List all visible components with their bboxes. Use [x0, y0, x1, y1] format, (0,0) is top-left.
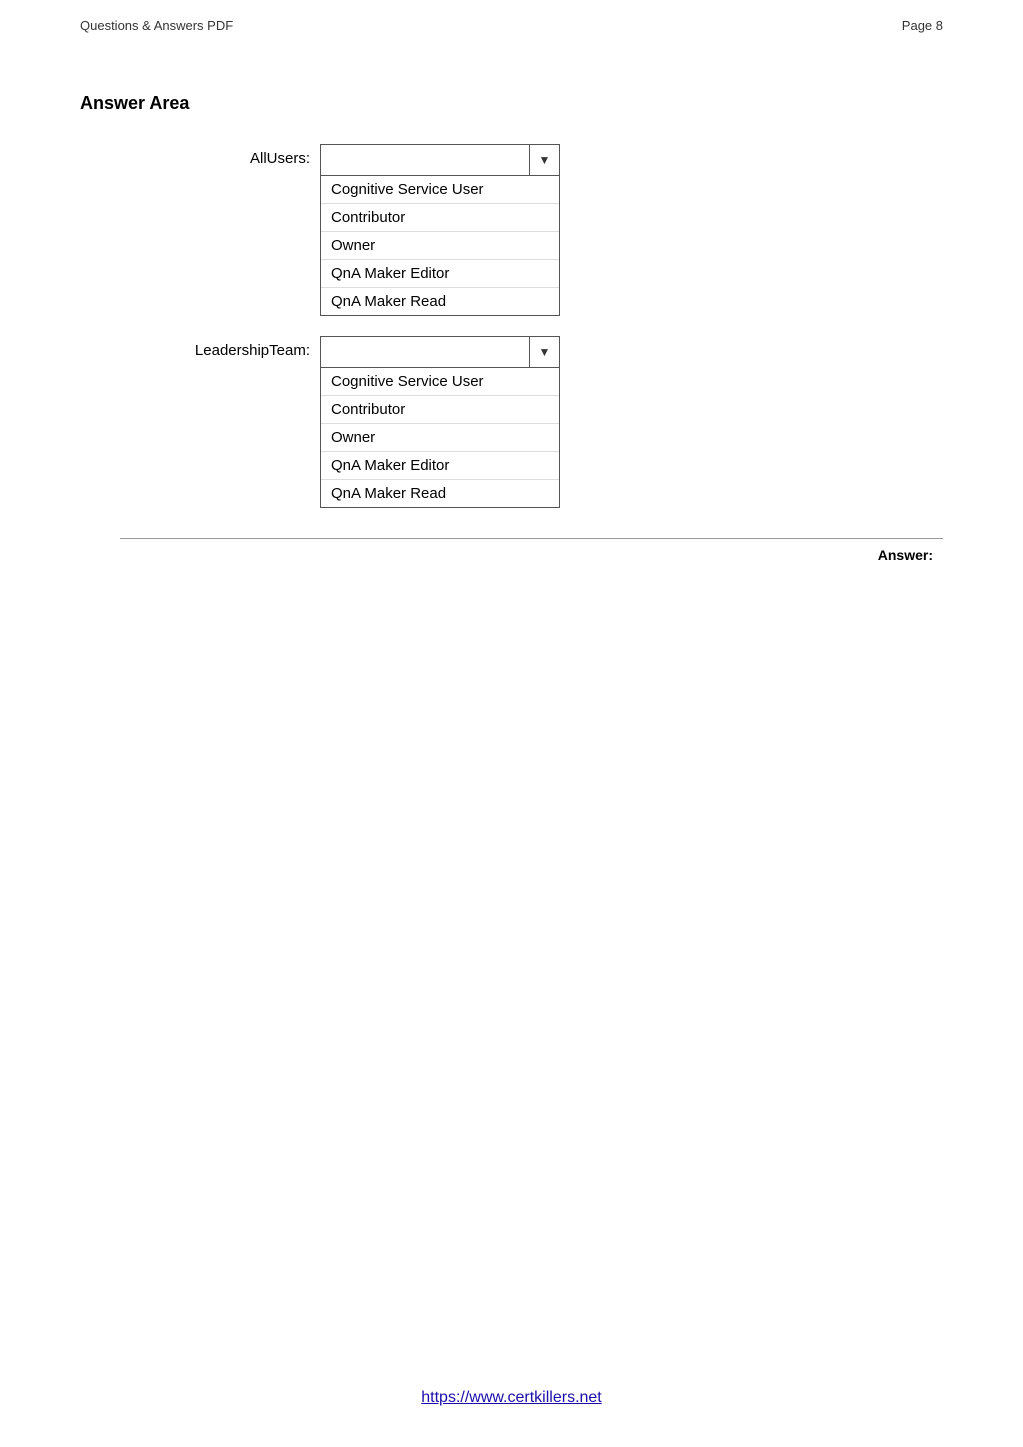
all-users-option-owner[interactable]: Owner [321, 232, 559, 260]
all-users-option-cognitive[interactable]: Cognitive Service User [321, 176, 559, 204]
leadership-team-arrow-button[interactable]: ▼ [529, 337, 559, 367]
all-users-label: AllUsers: [120, 144, 320, 167]
header-left-text: Questions & Answers PDF [80, 18, 233, 33]
leadership-team-row: LeadershipTeam: ▼ Cognitive Service User… [120, 336, 943, 508]
all-users-select-row[interactable]: ▼ [320, 144, 560, 176]
leadership-option-cognitive[interactable]: Cognitive Service User [321, 368, 559, 396]
all-users-arrow-button[interactable]: ▼ [529, 145, 559, 175]
answer-label: Answer: [878, 547, 933, 563]
leadership-team-select-row[interactable]: ▼ [320, 336, 560, 368]
answer-section: Answer: [120, 538, 943, 563]
main-content: Answer Area AllUsers: ▼ Cognitive Servic… [0, 33, 1023, 563]
leadership-team-dropdown-list: Cognitive Service User Contributor Owner… [320, 368, 560, 508]
all-users-option-contributor[interactable]: Contributor [321, 204, 559, 232]
all-users-dropdown-list: Cognitive Service User Contributor Owner… [320, 176, 560, 316]
header-right-text: Page 8 [902, 18, 943, 33]
all-users-option-qna-editor[interactable]: QnA Maker Editor [321, 260, 559, 288]
footer-link[interactable]: https://www.certkillers.net [421, 1389, 602, 1406]
all-users-dropdown-container: ▼ Cognitive Service User Contributor Own… [320, 144, 560, 316]
footer: https://www.certkillers.net [0, 1389, 1023, 1407]
answer-area-title: Answer Area [80, 93, 943, 114]
form-area: AllUsers: ▼ Cognitive Service User Contr… [120, 144, 943, 508]
all-users-row: AllUsers: ▼ Cognitive Service User Contr… [120, 144, 943, 316]
leadership-option-qna-read[interactable]: QnA Maker Read [321, 480, 559, 507]
leadership-team-input[interactable] [321, 344, 529, 360]
leadership-option-contributor[interactable]: Contributor [321, 396, 559, 424]
all-users-input[interactable] [321, 152, 529, 168]
all-users-option-qna-read[interactable]: QnA Maker Read [321, 288, 559, 315]
leadership-team-label: LeadershipTeam: [120, 336, 320, 359]
leadership-option-owner[interactable]: Owner [321, 424, 559, 452]
page-header: Questions & Answers PDF Page 8 [0, 0, 1023, 33]
leadership-team-dropdown-container: ▼ Cognitive Service User Contributor Own… [320, 336, 560, 508]
leadership-option-qna-editor[interactable]: QnA Maker Editor [321, 452, 559, 480]
